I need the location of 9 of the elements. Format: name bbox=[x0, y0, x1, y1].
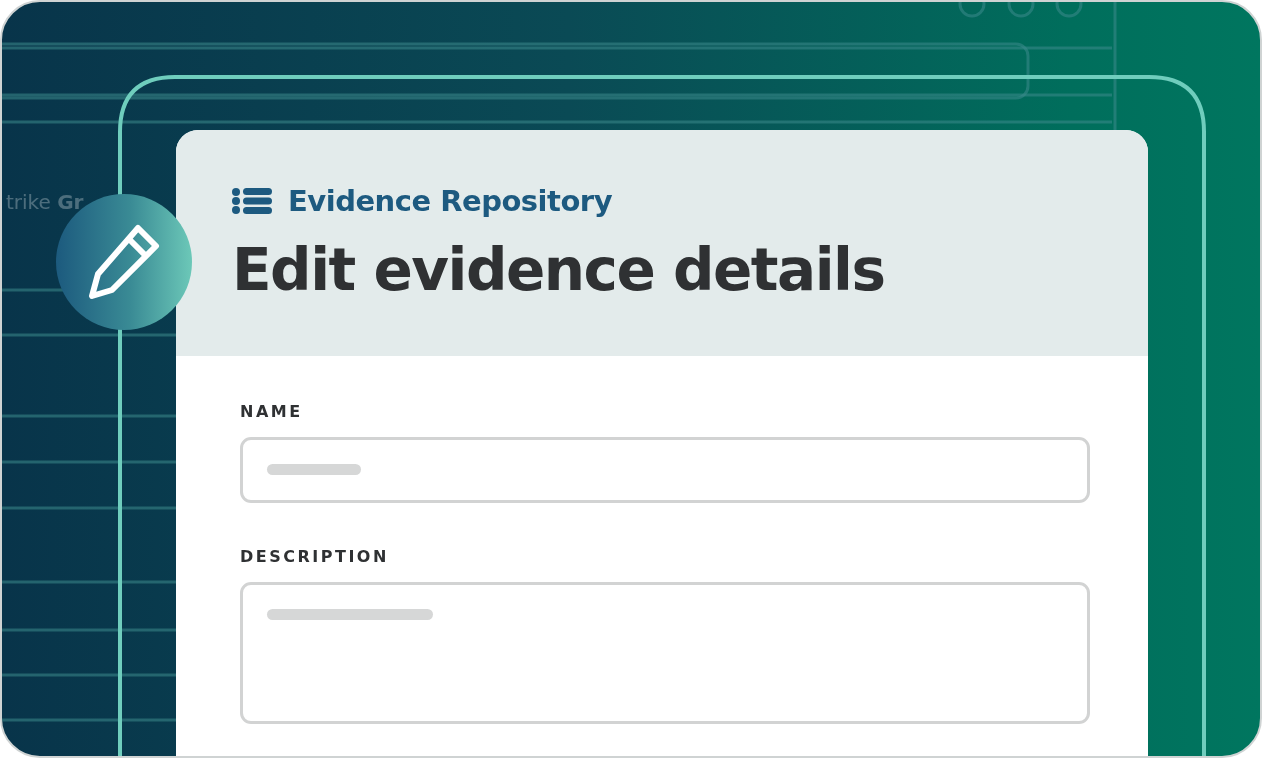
background-text: trike Gr bbox=[6, 190, 84, 214]
page-title: Edit evidence details bbox=[232, 236, 886, 304]
list-icon bbox=[232, 188, 272, 214]
section-title: Evidence Repository bbox=[288, 184, 613, 218]
pencil-icon bbox=[86, 222, 162, 302]
text-area[interactable] bbox=[240, 582, 1090, 724]
input-field[interactable] bbox=[240, 437, 1090, 503]
field-label: NAME bbox=[240, 402, 304, 421]
field-label: DESCRIPTION bbox=[240, 547, 390, 566]
